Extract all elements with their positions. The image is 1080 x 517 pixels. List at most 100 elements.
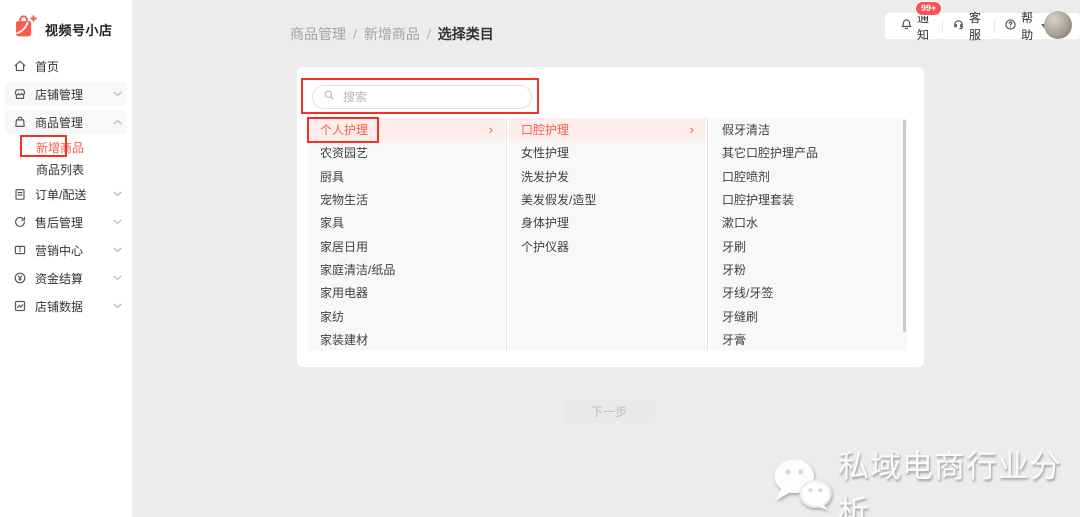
help-label: 帮助 <box>1021 9 1035 43</box>
breadcrumb-product-management[interactable]: 商品管理 <box>290 26 346 42</box>
search-icon <box>323 88 335 106</box>
app-window: 视频号小店 首页店铺管理商品管理新增商品商品列表订单/配送售后管理营销中心资金结… <box>0 0 1080 517</box>
watermark-text: 私域电商行业分析 <box>838 441 1080 517</box>
category-item[interactable]: 牙线/牙签 <box>710 281 907 304</box>
category-item-label: 个人护理 <box>320 121 368 138</box>
category-picker-card: 个人护理 › 农资园艺厨具宠物生活家具家居日用家庭清洁/纸品家用电器家纺家装建材 口腔… <box>297 67 924 367</box>
sidebar: 视频号小店 首页店铺管理商品管理新增商品商品列表订单/配送售后管理营销中心资金结… <box>0 0 132 517</box>
category-item[interactable]: 牙刷 <box>710 234 907 257</box>
headset-icon <box>952 18 965 34</box>
sidebar-item-add-product[interactable]: 新增商品 <box>0 136 132 158</box>
category-item[interactable]: 农资园艺 <box>308 141 505 164</box>
sidebar-item-orders-delivery[interactable]: 订单/配送 <box>0 180 132 208</box>
category-item[interactable]: 其它口腔护理产品 <box>710 141 907 164</box>
marketing-icon <box>13 243 27 257</box>
home-icon <box>13 59 27 73</box>
chevron-right-icon: › <box>489 123 493 136</box>
chevron-down-icon <box>113 303 122 309</box>
category-columns: 个人护理 › 农资园艺厨具宠物生活家具家居日用家庭清洁/纸品家用电器家纺家装建材 口腔… <box>308 118 907 351</box>
sidebar-item-label: 首页 <box>35 58 59 75</box>
sidebar-item-product-list[interactable]: 商品列表 <box>0 158 132 180</box>
orders-icon <box>13 187 27 201</box>
category-item-label: 个护仪器 <box>521 238 569 255</box>
category-item[interactable]: 宠物生活 <box>308 188 505 211</box>
category-item[interactable]: 家用电器 <box>308 281 505 304</box>
category-item-label: 家具 <box>320 214 344 231</box>
sidebar-item-marketing-center[interactable]: 营销中心 <box>0 236 132 264</box>
category-item-label: 家居日用 <box>320 238 368 255</box>
breadcrumb-select-category: 选择类目 <box>438 26 494 42</box>
category-item[interactable]: 美发假发/造型 <box>509 188 706 211</box>
category-item[interactable]: 牙粉 <box>710 258 907 281</box>
category-item[interactable]: 家纺 <box>308 304 505 327</box>
category-item-label: 女性护理 <box>521 144 569 161</box>
category-item[interactable]: 厨具 <box>308 165 505 188</box>
search-input[interactable] <box>341 89 521 105</box>
category-item-label: 口腔喷剂 <box>722 168 770 185</box>
category-item-label: 牙粉 <box>722 261 746 278</box>
category-item[interactable]: 个人护理 › <box>308 118 505 141</box>
wechat-icon <box>772 457 832 516</box>
breadcrumb: 商品管理/新增商品/选择类目 <box>290 24 494 44</box>
category-item[interactable]: 个护仪器 <box>509 234 706 257</box>
search-box[interactable] <box>312 85 532 109</box>
sidebar-item-after-sales[interactable]: 售后管理 <box>0 208 132 236</box>
chevron-down-icon <box>113 275 122 281</box>
shop-bag-icon <box>11 13 38 45</box>
category-item[interactable]: 家具 <box>308 211 505 234</box>
category-column-level-2: 口腔护理› 女性护理洗发护发美发假发/造型身体护理个护仪器 <box>509 118 706 351</box>
category-item[interactable]: 口腔护理› <box>509 118 706 141</box>
notification-button[interactable]: 通知 99+ <box>891 9 942 43</box>
customer-service-button[interactable]: 客服 <box>943 9 994 43</box>
category-item-label: 宠物生活 <box>320 191 368 208</box>
sidebar-item-product-management[interactable]: 商品管理 <box>0 108 132 136</box>
category-item[interactable]: 洗发护发 <box>509 165 706 188</box>
sidebar-item-home[interactable]: 首页 <box>0 52 132 80</box>
question-icon <box>1004 18 1017 34</box>
breadcrumb-add-product[interactable]: 新增商品 <box>364 26 420 42</box>
category-column-level-1: 个人护理 › 农资园艺厨具宠物生活家具家居日用家庭清洁/纸品家用电器家纺家装建材 <box>308 118 505 351</box>
category-item[interactable]: 假牙清洁 <box>710 118 907 141</box>
category-item-label: 厨具 <box>320 168 344 185</box>
category-item[interactable]: 女性护理 <box>509 141 706 164</box>
sidebar-item-funds-settlement[interactable]: 资金结算 <box>0 264 132 292</box>
category-item[interactable]: 牙膏 <box>710 328 907 351</box>
category-item[interactable]: 家庭清洁/纸品 <box>308 258 505 281</box>
chevron-down-icon <box>113 219 122 225</box>
category-item-label: 牙膏 <box>722 331 746 348</box>
category-item[interactable]: 口腔喷剂 <box>710 165 907 188</box>
category-item[interactable]: 漱口水 <box>710 211 907 234</box>
category-item[interactable]: 牙缝刷 <box>710 304 907 327</box>
category-item[interactable]: 家装建材 <box>308 328 505 351</box>
chevron-down-icon <box>113 91 122 97</box>
sidebar-item-shop-data[interactable]: 店铺数据 <box>0 292 132 320</box>
category-item-label: 牙刷 <box>722 238 746 255</box>
breadcrumb-separator: / <box>353 26 357 42</box>
aftersale-icon <box>13 215 27 229</box>
category-item-label: 牙线/牙签 <box>722 284 773 301</box>
store-icon <box>13 87 27 101</box>
category-column-level-3: 假牙清洁其它口腔护理产品口腔喷剂口腔护理套装漱口水牙刷牙粉牙线/牙签牙缝刷牙膏 <box>710 118 907 351</box>
next-step-button[interactable]: 下一步 <box>563 400 655 423</box>
sidebar-item-label: 新增商品 <box>36 139 84 156</box>
category-item[interactable]: 口腔护理套装 <box>710 188 907 211</box>
sidebar-item-label: 营销中心 <box>35 242 83 259</box>
goods-icon <box>13 115 27 129</box>
data-icon <box>13 299 27 313</box>
user-avatar[interactable] <box>1044 11 1072 39</box>
sidebar-item-label: 店铺数据 <box>35 298 83 315</box>
category-item-label: 家装建材 <box>320 331 368 348</box>
category-item-label: 口腔护理套装 <box>722 191 794 208</box>
notification-badge: 99+ <box>915 1 942 16</box>
chevron-down-icon <box>113 247 122 253</box>
category-item[interactable]: 身体护理 <box>509 211 706 234</box>
sidebar-item-label: 售后管理 <box>35 214 83 231</box>
app-logo: 视频号小店 <box>11 13 113 45</box>
app-title: 视频号小店 <box>45 20 113 39</box>
category-item-label: 洗发护发 <box>521 168 569 185</box>
category-item-label: 口腔护理 <box>521 121 569 138</box>
category-item[interactable]: 家居日用 <box>308 234 505 257</box>
category-item-label: 家用电器 <box>320 284 368 301</box>
column-scrollbar[interactable] <box>903 120 906 332</box>
sidebar-item-shop-management[interactable]: 店铺管理 <box>0 80 132 108</box>
